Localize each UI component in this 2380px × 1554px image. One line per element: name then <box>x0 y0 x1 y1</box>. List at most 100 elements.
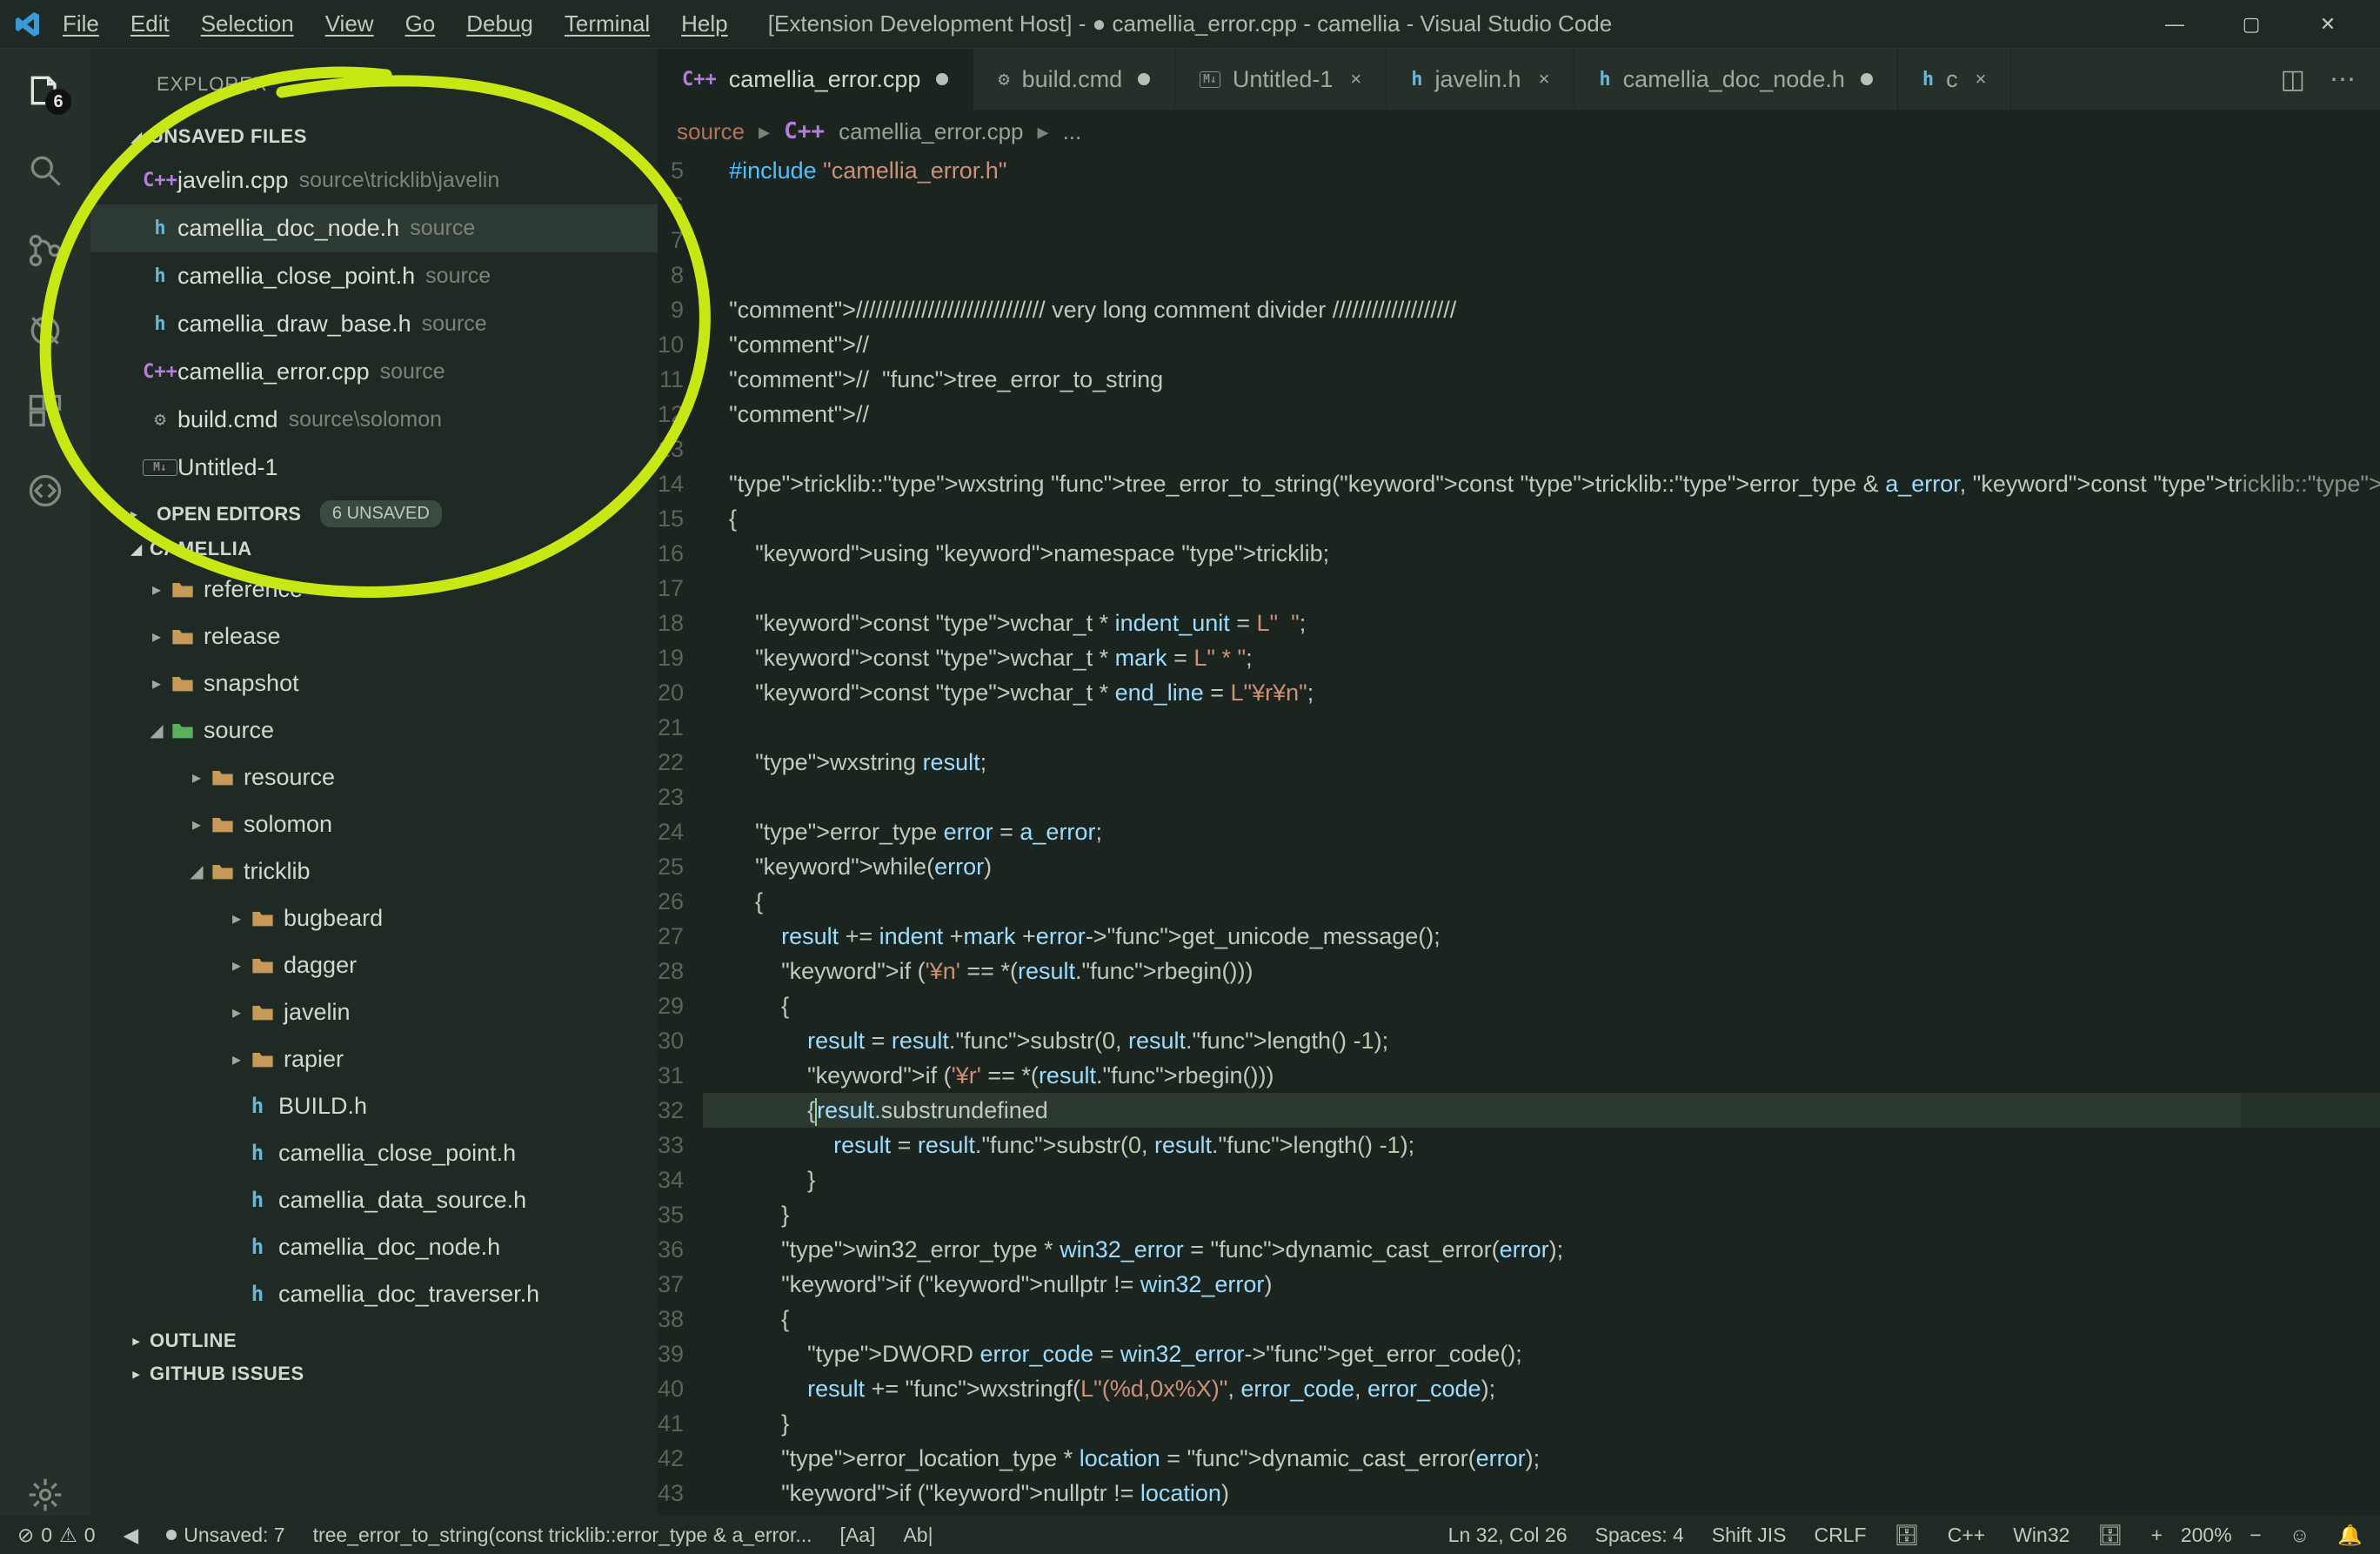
unsaved-file-row[interactable]: C++camellia_error.cppsource <box>90 348 658 396</box>
tree-folder[interactable]: ▸reference <box>90 566 658 613</box>
status-zoom[interactable]: + 200% − <box>2151 1524 2262 1547</box>
h-icon: h <box>143 218 177 239</box>
status-platform[interactable]: Win32 <box>2013 1524 2069 1547</box>
source-control-icon[interactable] <box>24 230 66 271</box>
status-case[interactable]: [Aa] <box>840 1524 876 1547</box>
unsaved-files-section[interactable]: ◢UNSAVED FILES <box>90 120 658 153</box>
unsaved-file-row[interactable]: M↓Untitled-1 <box>90 444 658 492</box>
unsaved-file-row[interactable]: hcamellia_doc_node.hsource <box>90 204 658 252</box>
status-symbol[interactable]: tree_error_to_string(const tricklib::err… <box>313 1524 812 1547</box>
status-db2[interactable]: 🗄 <box>2097 1524 2123 1547</box>
tree-folder[interactable]: ▸snapshot <box>90 660 658 707</box>
unsaved-files-list: C++javelin.cppsource\tricklib\javelinhca… <box>90 153 658 495</box>
editor-tab[interactable]: hjavelin.h× <box>1387 49 1574 110</box>
status-unsaved[interactable]: Unsaved: 7 <box>166 1524 284 1547</box>
cmd-icon: ⚙ <box>143 409 177 431</box>
maximize-button[interactable]: ▢ <box>2234 7 2269 42</box>
activity-bar: 6 <box>0 49 90 1516</box>
status-feedback[interactable]: ☺ <box>2290 1524 2310 1547</box>
status-lang[interactable]: C++ <box>1948 1524 1985 1547</box>
tab-actions: ◫ ⋯ <box>2256 49 2380 110</box>
tree-file[interactable]: hcamellia_close_point.h <box>90 1129 658 1176</box>
menubar: File Edit Selection View Go Debug Termin… <box>63 10 728 37</box>
tree-file[interactable]: hcamellia_data_source.h <box>90 1176 658 1223</box>
cpp-icon: C++ <box>682 69 717 90</box>
outline-section[interactable]: ▸OUTLINE <box>90 1324 658 1357</box>
more-actions-icon[interactable]: ⋯ <box>2330 64 2356 95</box>
status-spaces[interactable]: Spaces: 4 <box>1595 1524 1684 1547</box>
settings-icon[interactable] <box>24 1474 66 1516</box>
minimize-button[interactable]: — <box>2157 7 2192 42</box>
menu-debug[interactable]: Debug <box>466 10 533 37</box>
window-title: [Extension Development Host] - ● camelli… <box>768 10 1612 37</box>
tree-folder[interactable]: ▸solomon <box>90 800 658 847</box>
remote-icon[interactable] <box>24 470 66 512</box>
modified-dot <box>1138 73 1150 85</box>
tree-folder[interactable]: ▸rapier <box>90 1035 658 1082</box>
cmd-icon: ⚙ <box>998 69 1009 90</box>
github-issues-section[interactable]: ▸GITHUB ISSUES <box>90 1357 658 1390</box>
folder-source[interactable]: ◢ source <box>90 707 658 754</box>
h-icon: h <box>1922 69 1934 90</box>
editor-tab[interactable]: hc× <box>1898 49 2012 110</box>
unsaved-file-row[interactable]: hcamellia_close_point.hsource <box>90 252 658 300</box>
tree-folder[interactable]: ▸bugbeard <box>90 894 658 941</box>
extensions-icon[interactable] <box>24 390 66 432</box>
unsaved-file-row[interactable]: ⚙build.cmdsource\solomon <box>90 396 658 444</box>
editor-area: C++camellia_error.cpp⚙build.cmdM↓Untitle… <box>658 49 2380 1516</box>
menu-help[interactable]: Help <box>681 10 727 37</box>
h-icon: h <box>143 313 177 335</box>
menu-go[interactable]: Go <box>405 10 436 37</box>
minimap[interactable] <box>2241 153 2380 1516</box>
menu-edit[interactable]: Edit <box>130 10 170 37</box>
menu-view[interactable]: View <box>325 10 374 37</box>
status-errors[interactable]: ⊘0⚠0 <box>17 1524 96 1547</box>
window-controls: — ▢ ✕ <box>2157 7 2380 42</box>
md-icon: M↓ <box>143 459 177 476</box>
h-icon: h <box>1411 69 1422 90</box>
menu-terminal[interactable]: Terminal <box>565 10 650 37</box>
h-icon: h <box>1599 69 1610 90</box>
editor-tab[interactable]: ⚙build.cmd <box>973 49 1175 110</box>
search-icon[interactable] <box>24 150 66 191</box>
close-icon[interactable]: × <box>1539 68 1550 90</box>
folder-tricklib[interactable]: ◢ tricklib <box>90 847 658 894</box>
status-position[interactable]: Ln 32, Col 26 <box>1448 1524 1568 1547</box>
tree-folder[interactable]: ▸javelin <box>90 988 658 1035</box>
status-encoding[interactable]: Shift JIS <box>1712 1524 1787 1547</box>
close-button[interactable]: ✕ <box>2310 7 2345 42</box>
tree-folder[interactable]: ▸resource <box>90 754 658 800</box>
tree-folder[interactable]: ▸release <box>90 613 658 660</box>
tree-file[interactable]: hcamellia_doc_node.h <box>90 1223 658 1270</box>
close-icon[interactable]: × <box>1350 68 1361 90</box>
code-editor[interactable]: 5678910111213141516171819202122232425262… <box>658 153 2380 1516</box>
code-content[interactable]: #include "camellia_error.h" "comment">//… <box>703 153 2380 1516</box>
status-back[interactable]: ◀ <box>124 1524 139 1547</box>
vscode-logo <box>14 10 42 38</box>
explorer-icon[interactable]: 6 <box>24 70 66 111</box>
unsaved-file-row[interactable]: hcamellia_draw_base.hsource <box>90 300 658 348</box>
open-editors-section[interactable]: ▸ OPEN EDITORS 6 UNSAVED <box>90 495 658 533</box>
status-ab[interactable]: Ab| <box>903 1524 933 1547</box>
close-icon[interactable]: × <box>1976 68 1987 90</box>
unsaved-badge: 6 <box>45 89 71 115</box>
status-eol[interactable]: CRLF <box>1814 1524 1866 1547</box>
breadcrumb[interactable]: source ▸ C++ camellia_error.cpp ▸ ... <box>658 110 2380 153</box>
tree-file[interactable]: hcamellia_doc_traverser.h <box>90 1270 658 1317</box>
menu-file[interactable]: File <box>63 10 99 37</box>
line-gutter: 5678910111213141516171819202122232425262… <box>658 153 703 1516</box>
editor-tabs: C++camellia_error.cpp⚙build.cmdM↓Untitle… <box>658 49 2380 110</box>
status-bell[interactable]: 🔔 <box>2337 1524 2363 1547</box>
editor-tab[interactable]: hcamellia_doc_node.h <box>1574 49 1897 110</box>
explorer-title: EXPLORER <box>90 49 658 120</box>
tree-folder[interactable]: ▸dagger <box>90 941 658 988</box>
editor-tab[interactable]: C++camellia_error.cpp <box>658 49 973 110</box>
workspace-section[interactable]: ◢CAMELLIA <box>90 533 658 566</box>
tree-file[interactable]: hBUILD.h <box>90 1082 658 1129</box>
editor-tab[interactable]: M↓Untitled-1× <box>1175 49 1387 110</box>
debug-icon[interactable] <box>24 310 66 352</box>
split-editor-icon[interactable]: ◫ <box>2281 64 2305 95</box>
menu-selection[interactable]: Selection <box>201 10 294 37</box>
unsaved-file-row[interactable]: C++javelin.cppsource\tricklib\javelin <box>90 157 658 204</box>
status-db[interactable]: 🗄 <box>1895 1524 1920 1547</box>
